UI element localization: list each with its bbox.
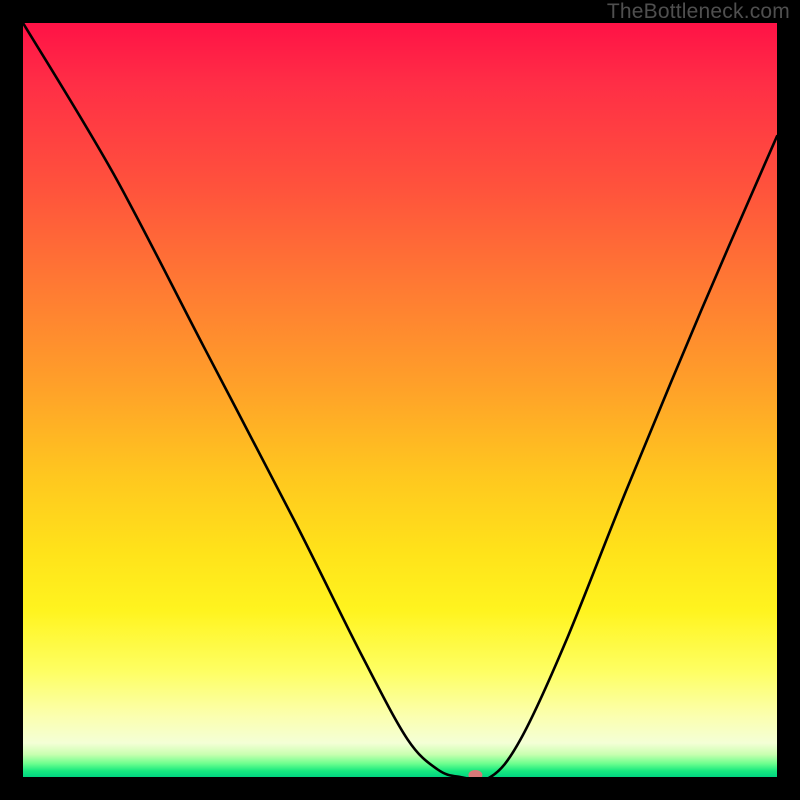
chart-frame: TheBottleneck.com [0, 0, 800, 800]
watermark-label: TheBottleneck.com [607, 0, 790, 24]
minimum-marker [468, 770, 482, 777]
bottleneck-curve-path [23, 23, 777, 777]
plot-area [23, 23, 777, 777]
curve-layer [23, 23, 777, 777]
